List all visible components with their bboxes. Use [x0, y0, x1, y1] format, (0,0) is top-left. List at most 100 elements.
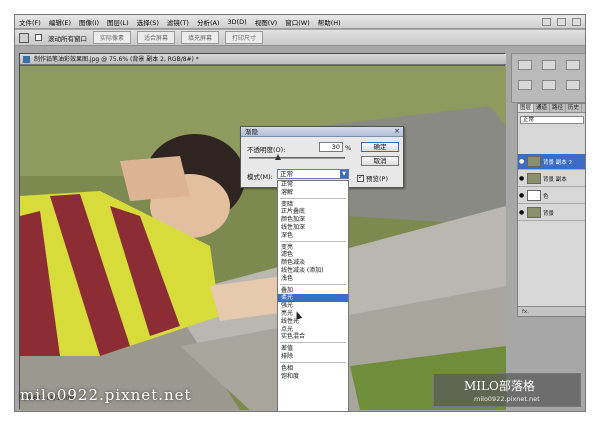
layer-row[interactable]: ● 背景 副本	[518, 171, 585, 187]
watermark-subtitle: milo0922.pixnet.net	[474, 395, 540, 403]
tab-layers[interactable]: 图层	[518, 104, 535, 112]
blend-mode-option[interactable]: 正常	[278, 181, 348, 189]
layer-name: 背景 副本	[543, 176, 567, 183]
watermark-box: MILO部落格 milo0922.pixnet.net	[433, 373, 581, 407]
panel-tabs: 图层 通道 路径 历史	[518, 104, 585, 113]
menu-item[interactable]: 帮助(H)	[314, 17, 345, 27]
blend-mode-option[interactable]: 颜色减淡	[278, 259, 348, 267]
photo	[20, 66, 506, 410]
blend-mode-option[interactable]: 柔光	[278, 294, 348, 303]
layer-blend-mode-select[interactable]: 正常	[520, 116, 584, 124]
menu-item[interactable]: 文件(F)	[15, 17, 45, 27]
document-icon	[23, 56, 30, 63]
canvas[interactable]	[20, 66, 506, 410]
layer-thumbnail	[527, 173, 541, 184]
fit-screen-button[interactable]: 适合屏幕	[137, 31, 176, 44]
blend-mode-option[interactable]: 饱和度	[278, 373, 348, 381]
layer-row[interactable]: ● 色	[518, 188, 585, 204]
menu-item[interactable]: 视图(V)	[251, 17, 282, 27]
layer-name: 色	[543, 193, 549, 200]
eye-icon[interactable]: ●	[519, 158, 525, 165]
tool-preset-icon[interactable]	[19, 32, 29, 43]
tab-channels[interactable]: 通道	[534, 104, 551, 112]
opacity-label: 不透明度(O):	[247, 146, 286, 154]
blend-mode-option[interactable]: 线性减淡 (添加)	[278, 267, 348, 275]
scroll-all-label: 滚动所有窗口	[48, 34, 87, 43]
mode-label: 模式(M):	[247, 173, 273, 181]
eye-icon[interactable]: ●	[519, 192, 525, 199]
blend-mode-option[interactable]: 亮光	[278, 310, 348, 318]
layer-thumbnail	[527, 207, 541, 218]
options-bar: 滚动所有窗口 实际像素 适合屏幕 填充屏幕 打印尺寸	[15, 30, 585, 46]
menu-item[interactable]: 分析(A)	[193, 17, 224, 27]
mode-value: 正常	[280, 170, 293, 178]
eye-icon[interactable]: ●	[519, 209, 525, 216]
menu-bar: 文件(F) 编辑(E) 图像(I) 图层(L) 选择(S) 滤镜(T) 分析(A) 3D(D)…	[15, 15, 585, 29]
watermark-text: milo0922.pixnet.net	[20, 386, 192, 404]
layers-panel: 图层 通道 路径 历史 正常 ● 背景 副本 2 ● 背景 副本 ● 色 ● 背…	[517, 103, 585, 317]
layer-name: 背景 副本 2	[543, 159, 572, 166]
preview-checkbox[interactable]	[357, 173, 364, 182]
blend-mode-dropdown: 正常 溶解 变暗 正片叠底 颜色加深 线性加深 深色 变亮 滤色 颜色减淡 线性减淡 (添加) 浅色叠…	[277, 180, 349, 412]
preview-label: 预览(P)	[366, 175, 388, 183]
blend-mode-option[interactable]: 深色	[278, 232, 348, 240]
layer-thumbnail	[527, 156, 541, 167]
blend-mode-option[interactable]: 强光	[278, 302, 348, 310]
scroll-all-checkbox[interactable]	[35, 34, 42, 41]
document-title-bar[interactable]: 制作铅笔油彩效果图.jpg @ 75.6% (背景 副本 2, RGB/8#) …	[20, 54, 506, 65]
blend-mode-option[interactable]: 排除	[278, 353, 348, 361]
menu-item[interactable]: 编辑(E)	[45, 17, 75, 27]
dialog-title[interactable]: 渐隐	[241, 127, 403, 137]
panel-icon-3[interactable]	[566, 60, 580, 70]
blend-mode-option[interactable]: 浅色	[278, 275, 348, 283]
panel-icon-5[interactable]	[542, 80, 556, 90]
fill-screen-button[interactable]: 填充屏幕	[181, 31, 220, 44]
ok-button[interactable]: 确定	[361, 142, 399, 152]
workspace-icon[interactable]	[542, 17, 551, 26]
tab-paths[interactable]: 路径	[550, 104, 567, 112]
panel-icon-2[interactable]	[542, 60, 556, 70]
opacity-slider-thumb[interactable]	[274, 154, 281, 160]
layer-row[interactable]: ● 背景	[518, 205, 585, 221]
menu-item[interactable]: 3D(D)	[223, 18, 250, 26]
mode-select[interactable]: 正常 ▼	[277, 169, 349, 179]
blend-mode-option[interactable]: 溶解	[278, 189, 348, 197]
blend-mode-option[interactable]: 实色混合	[278, 333, 348, 341]
eye-icon[interactable]: ●	[519, 175, 525, 182]
chevron-down-icon[interactable]: ▼	[340, 170, 348, 178]
menu-item[interactable]: 选择(S)	[133, 17, 163, 27]
panel-icon-1[interactable]	[518, 60, 532, 70]
panel-icon-6[interactable]	[566, 80, 580, 90]
tab-history[interactable]: 历史	[566, 104, 583, 112]
opacity-unit: %	[345, 144, 352, 152]
menubar-icons	[542, 17, 585, 26]
opacity-input[interactable]: 30	[319, 142, 343, 152]
preview-row: 预览(P)	[357, 173, 388, 183]
blend-mode-option[interactable]: 线性加深	[278, 224, 348, 232]
menu-item[interactable]: 图像(I)	[75, 17, 103, 27]
menu-item[interactable]: 滤镜(T)	[163, 17, 193, 27]
top-panel-dock	[511, 53, 585, 103]
document-title: 制作铅笔油彩效果图.jpg @ 75.6% (背景 副本 2, RGB/8#) …	[34, 56, 199, 63]
close-icon[interactable]: ×	[393, 128, 401, 136]
print-size-button[interactable]: 打印尺寸	[225, 31, 264, 44]
layer-thumbnail	[527, 190, 541, 201]
arrange-icon[interactable]	[557, 17, 566, 26]
document-window: 制作铅笔油彩效果图.jpg @ 75.6% (背景 副本 2, RGB/8#) …	[19, 53, 506, 410]
blend-mode-option[interactable]: 色相	[278, 365, 348, 373]
menu-item[interactable]: 窗口(W)	[281, 17, 314, 27]
panel-icon-4[interactable]	[518, 80, 532, 90]
blend-mode-option[interactable]: 差值	[278, 345, 348, 353]
menu-item[interactable]: 图层(L)	[103, 17, 133, 27]
layer-row[interactable]: ● 背景 副本 2	[518, 154, 585, 170]
actual-pixels-button[interactable]: 实际像素	[93, 31, 132, 44]
screen-mode-icon[interactable]	[572, 17, 581, 26]
layers-footer[interactable]: fx.	[518, 306, 585, 316]
watermark-title: MILO部落格	[464, 379, 535, 393]
layer-name: 背景	[543, 210, 555, 217]
blend-mode-option[interactable]: 颜色加深	[278, 216, 348, 224]
cancel-button[interactable]: 取消	[361, 156, 399, 166]
blend-mode-option[interactable]: 滤色	[278, 251, 348, 259]
opacity-slider[interactable]	[249, 157, 345, 159]
blend-mode-option[interactable]: 线性光	[278, 318, 348, 326]
